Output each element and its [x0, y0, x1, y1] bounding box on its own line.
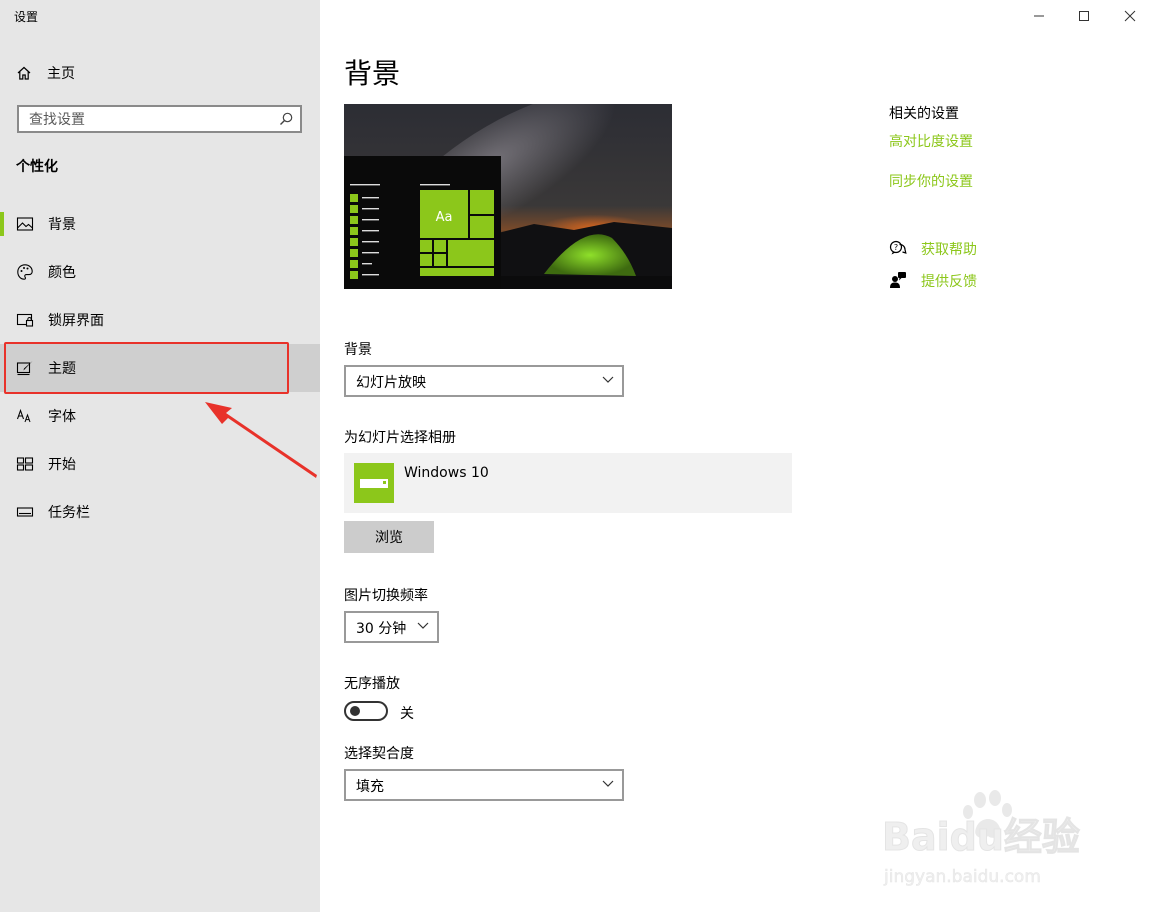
- toggle-knob: [350, 706, 360, 716]
- high-contrast-link[interactable]: 高对比度设置: [889, 131, 973, 151]
- album-name: Windows 10: [404, 465, 489, 481]
- shuffle-state: 关: [400, 706, 414, 722]
- close-icon: [1124, 10, 1136, 22]
- minimize-button[interactable]: [1016, 0, 1062, 32]
- interval-label: 图片切换频率: [344, 588, 428, 604]
- page-title: 背景: [344, 57, 401, 90]
- album-label: 为幻灯片选择相册: [344, 430, 456, 446]
- get-help-label: 获取帮助: [921, 242, 977, 258]
- feedback-icon: [890, 272, 906, 288]
- chevron-down-icon: [602, 780, 614, 787]
- background-preview: Aa: [344, 104, 672, 289]
- preview-image: Aa: [344, 104, 672, 289]
- feedback-label: 提供反馈: [921, 274, 977, 290]
- background-dropdown[interactable]: 幻灯片放映: [344, 365, 624, 397]
- close-button[interactable]: [1107, 0, 1153, 32]
- minimize-icon: [1034, 15, 1044, 17]
- maximize-button[interactable]: [1061, 0, 1107, 32]
- help-chat-icon: ?: [889, 240, 907, 255]
- fit-label: 选择契合度: [344, 746, 414, 762]
- interval-value: 30 分钟: [356, 621, 407, 637]
- baidu-watermark: Baidu经验 jingyan.baidu.com: [880, 788, 1110, 888]
- album-thumbnail: [354, 463, 394, 503]
- interval-dropdown[interactable]: 30 分钟: [344, 611, 439, 643]
- related-settings-title: 相关的设置: [889, 106, 959, 122]
- sync-settings-link[interactable]: 同步你的设置: [889, 171, 973, 191]
- browse-button[interactable]: 浏览: [344, 521, 434, 553]
- start-menu-tiles: [420, 190, 494, 276]
- watermark-text: Baidu经验: [882, 815, 1080, 859]
- baidu-paw-logo: Baidu经验 jingyan.baidu.com: [882, 790, 1080, 887]
- fit-value: 填充: [356, 779, 384, 795]
- chevron-down-icon: [602, 376, 614, 383]
- preview-tile-text: Aa: [436, 210, 453, 225]
- chevron-down-icon: [417, 622, 429, 629]
- album-item[interactable]: Windows 10: [344, 453, 792, 513]
- fit-dropdown[interactable]: 填充: [344, 769, 624, 801]
- watermark-url: jingyan.baidu.com: [883, 867, 1041, 887]
- background-value: 幻灯片放映: [356, 375, 426, 391]
- shuffle-label: 无序播放: [344, 676, 400, 692]
- svg-text:?: ?: [894, 243, 898, 252]
- shuffle-toggle[interactable]: [344, 701, 388, 721]
- background-label: 背景: [344, 342, 372, 358]
- maximize-icon: [1079, 11, 1089, 21]
